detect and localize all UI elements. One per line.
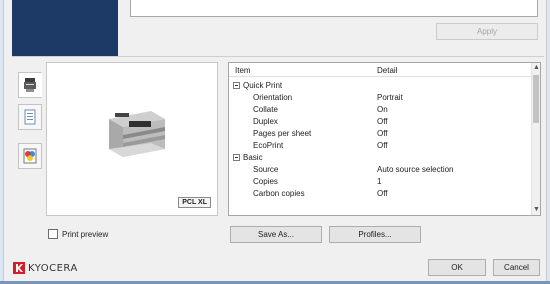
side-tab-document[interactable] bbox=[18, 104, 42, 130]
print-preview-option[interactable]: Print preview bbox=[48, 229, 108, 239]
tree-row[interactable]: Pages per sheet Off bbox=[229, 129, 532, 139]
scroll-up-icon[interactable]: ▲ bbox=[532, 63, 541, 73]
tree-row[interactable]: Copies 1 bbox=[229, 177, 532, 187]
save-as-button[interactable]: Save As... bbox=[230, 226, 322, 243]
divider bbox=[12, 56, 544, 57]
printer-icon bbox=[24, 78, 36, 92]
detail-cell: On bbox=[377, 105, 388, 114]
detail-cell: 1 bbox=[377, 177, 382, 186]
scroll-thumb[interactable] bbox=[533, 75, 539, 123]
pcl-xl-badge: PCL XL bbox=[178, 197, 211, 208]
detail-cell: Auto source selection bbox=[377, 165, 454, 174]
printer-illustration bbox=[109, 111, 165, 157]
tree-row[interactable]: Duplex Off bbox=[229, 117, 532, 127]
detail-cell: Off bbox=[377, 189, 388, 198]
tree-row[interactable]: Carbon copies Off bbox=[229, 189, 532, 199]
cancel-button[interactable]: Cancel bbox=[493, 259, 540, 276]
kyocera-logo: KYOCERA bbox=[13, 262, 78, 274]
group-label: Basic bbox=[243, 153, 263, 162]
scroll-down-icon[interactable]: ▼ bbox=[532, 205, 541, 215]
tree-row[interactable]: Source Auto source selection bbox=[229, 165, 532, 175]
settings-tree[interactable]: Item Detail Quick Print Orientation Port… bbox=[228, 62, 541, 216]
tree-header: Item Detail bbox=[229, 63, 532, 77]
detail-cell: Off bbox=[377, 129, 388, 138]
printer-preview-panel: PCL XL bbox=[46, 62, 218, 216]
detail-cell: Off bbox=[377, 117, 388, 126]
item-cell: Copies bbox=[253, 177, 278, 186]
vertical-scrollbar[interactable]: ▲ ▼ bbox=[531, 63, 540, 215]
item-cell: Orientation bbox=[253, 93, 293, 102]
tree-group-row[interactable]: Basic bbox=[229, 153, 532, 163]
brand-name: KYOCERA bbox=[28, 262, 78, 274]
ok-button[interactable]: OK bbox=[428, 259, 486, 276]
column-header-item[interactable]: Item bbox=[235, 66, 251, 75]
collapse-icon[interactable] bbox=[233, 82, 240, 89]
print-preview-checkbox[interactable] bbox=[48, 229, 58, 239]
tree-row[interactable]: Collate On bbox=[229, 105, 532, 115]
side-tab-printer[interactable] bbox=[18, 72, 42, 98]
item-cell: Carbon copies bbox=[253, 189, 305, 198]
item-cell: Pages per sheet bbox=[253, 129, 312, 138]
group-label: Quick Print bbox=[243, 81, 283, 90]
apply-button[interactable]: Apply bbox=[436, 23, 538, 40]
collapse-icon[interactable] bbox=[233, 154, 240, 161]
print-preview-label: Print preview bbox=[62, 229, 109, 239]
profiles-button[interactable]: Profiles... bbox=[329, 226, 421, 243]
tree-group-row[interactable]: Quick Print bbox=[229, 81, 532, 91]
side-tab-color[interactable] bbox=[18, 143, 42, 169]
header-banner bbox=[12, 0, 118, 56]
item-cell: Source bbox=[253, 165, 279, 174]
color-icon bbox=[23, 148, 37, 164]
kyocera-mark-icon bbox=[13, 262, 25, 274]
column-header-detail[interactable]: Detail bbox=[377, 66, 397, 75]
top-text-field[interactable] bbox=[130, 0, 538, 17]
document-icon bbox=[24, 109, 36, 125]
item-cell: EcoPrint bbox=[253, 141, 284, 150]
item-cell: Duplex bbox=[253, 117, 278, 126]
item-cell: Collate bbox=[253, 105, 278, 114]
detail-cell: Portrait bbox=[377, 93, 403, 102]
detail-cell: Off bbox=[377, 141, 388, 150]
tree-row[interactable]: EcoPrint Off bbox=[229, 141, 532, 151]
tree-row[interactable]: Orientation Portrait bbox=[229, 93, 532, 103]
